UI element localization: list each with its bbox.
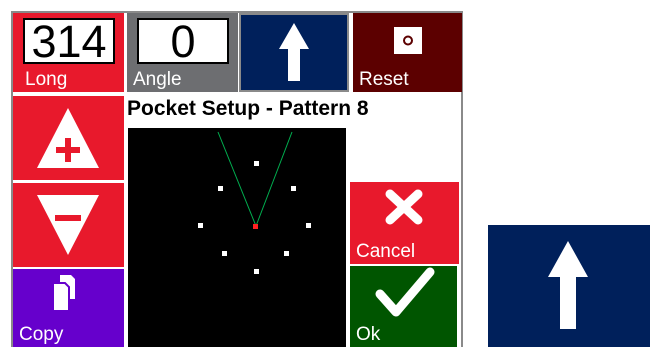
pocket-point xyxy=(306,223,311,228)
pocket-point xyxy=(291,186,296,191)
copy-label: Copy xyxy=(19,324,64,345)
cancel-button[interactable]: Cancel xyxy=(350,182,459,264)
plus-triangle-icon xyxy=(37,108,99,168)
up-arrow-icon xyxy=(548,241,588,329)
pocket-point xyxy=(198,223,203,228)
pocket-point xyxy=(222,251,227,256)
long-label: Long xyxy=(25,69,68,90)
cancel-label: Cancel xyxy=(356,241,416,262)
long-value[interactable]: 314 xyxy=(23,18,115,64)
reset-label: Reset xyxy=(359,69,409,90)
ok-button[interactable]: Ok xyxy=(350,266,457,347)
long-tile[interactable]: 314 Long xyxy=(13,13,124,92)
ok-label: Ok xyxy=(356,324,381,345)
guide-line-right xyxy=(255,131,293,227)
reset-button[interactable]: Reset xyxy=(353,13,462,92)
page-title: Pocket Setup - Pattern 8 xyxy=(127,97,369,120)
side-up-button[interactable] xyxy=(488,225,650,347)
guide-line-left xyxy=(217,131,257,227)
angle-value[interactable]: 0 xyxy=(137,18,229,64)
angle-label: Angle xyxy=(133,69,182,90)
pocket-point xyxy=(254,269,259,274)
pocket-point xyxy=(218,186,223,191)
pocket-point xyxy=(284,251,289,256)
up-arrow-icon xyxy=(279,23,309,81)
up-button[interactable] xyxy=(239,13,349,92)
center-point xyxy=(253,224,258,229)
increase-button[interactable] xyxy=(13,96,124,180)
pattern-preview xyxy=(128,128,346,347)
decrease-button[interactable] xyxy=(13,183,124,267)
angle-tile[interactable]: 0 Angle xyxy=(127,13,238,92)
pocket-point xyxy=(254,161,259,166)
copy-button[interactable]: Copy xyxy=(13,269,124,347)
pattern-diagram xyxy=(198,131,311,274)
minus-triangle-icon xyxy=(37,195,99,255)
